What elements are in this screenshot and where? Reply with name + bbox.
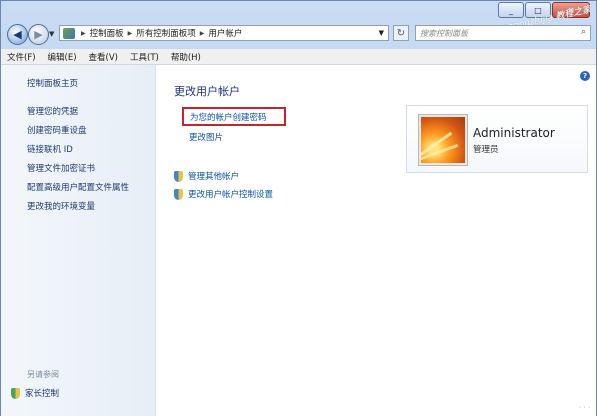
- uac-settings-link[interactable]: 更改用户帐户控制设置: [174, 188, 273, 200]
- control-panel-icon: [63, 27, 75, 39]
- minimize-button[interactable]: _: [498, 2, 524, 18]
- sidebar-home-link[interactable]: 控制面板主页: [27, 77, 78, 89]
- parental-control-label: 家长控制: [25, 389, 60, 399]
- content-area: 控制面板主页 管理您的凭据 创建密码重设盘 链接联机 ID 管理文件加密证书 配…: [1, 65, 596, 416]
- search-icon[interactable]: ⌕: [581, 27, 586, 37]
- sidebar-item-environment-variables[interactable]: 更改我的环境变量: [27, 200, 95, 212]
- sidebar-item-encryption-certificates[interactable]: 管理文件加密证书: [27, 162, 95, 174]
- back-button[interactable]: ◀: [7, 24, 28, 45]
- change-picture-link[interactable]: 更改图片: [189, 131, 223, 143]
- breadcrumb-separator[interactable]: ▶: [128, 30, 133, 37]
- account-name: Administrator: [473, 126, 555, 140]
- manage-other-accounts-link[interactable]: 管理其他帐户: [174, 170, 239, 182]
- sidebar-item-link-online-id[interactable]: 链接联机 ID: [27, 143, 73, 155]
- parental-control-link[interactable]: 家长控制: [11, 387, 59, 399]
- see-also-heading: 另请参阅: [27, 370, 59, 379]
- menu-bar: 文件(F) 编辑(E) 查看(V) 工具(T) 帮助(H): [1, 49, 596, 65]
- forward-button[interactable]: ▶: [28, 24, 49, 45]
- manage-other-accounts-label: 管理其他帐户: [188, 172, 240, 182]
- task-pane: 控制面板主页 管理您的凭据 创建密码重设盘 链接联机 ID 管理文件加密证书 配…: [1, 65, 156, 416]
- address-dropdown-icon[interactable]: ▼: [379, 29, 384, 37]
- search-placeholder: 搜索控制面板: [420, 28, 468, 38]
- breadcrumb-separator[interactable]: ▶: [200, 30, 205, 37]
- menu-edit[interactable]: 编辑(E): [48, 51, 77, 63]
- menu-help[interactable]: 帮助(H): [171, 51, 201, 63]
- search-input[interactable]: 搜索控制面板 ⌕: [415, 25, 591, 41]
- user-accounts-window: _ □ ✕ jiaochengzhijia 教程之家 ◀ ▶ ▼ ▶ 控制面板 …: [0, 0, 597, 416]
- title-bar: _ □ ✕ jiaochengzhijia 教程之家: [1, 1, 596, 37]
- sidebar-item-manage-credentials[interactable]: 管理您的凭据: [27, 105, 78, 117]
- sidebar-item-advanced-profile[interactable]: 配置高级用户配置文件属性: [27, 181, 129, 193]
- create-password-link[interactable]: 为您的帐户创建密码: [182, 107, 286, 126]
- account-type: 管理员: [473, 145, 499, 155]
- menu-view[interactable]: 查看(V): [89, 51, 118, 63]
- uac-shield-icon: [174, 170, 183, 182]
- parental-control-icon: [11, 387, 20, 399]
- breadcrumb-separator[interactable]: ▶: [81, 30, 86, 37]
- uac-settings-label: 更改用户帐户控制设置: [188, 190, 274, 200]
- menu-tools[interactable]: 工具(T): [130, 51, 159, 63]
- uac-shield-icon: [174, 188, 183, 200]
- help-icon[interactable]: ?: [580, 71, 590, 81]
- breadcrumb-user-accounts[interactable]: 用户帐户: [208, 27, 242, 39]
- account-card: Administrator 管理员: [406, 105, 588, 173]
- user-avatar[interactable]: [419, 115, 467, 165]
- breadcrumb-all-items[interactable]: 所有控制面板项: [136, 27, 196, 39]
- main-panel: ? 更改用户帐户 为您的帐户创建密码 更改图片 管理其他帐户 更改用户帐户控制设…: [156, 65, 596, 416]
- recent-pages-dropdown[interactable]: ▼: [49, 30, 54, 38]
- navigation-bar: ◀ ▶ ▼ ▶ 控制面板 ▶ 所有控制面板项 ▶ 用户帐户 ▼ ↻ 搜索控制面板…: [1, 21, 596, 47]
- address-bar[interactable]: ▶ 控制面板 ▶ 所有控制面板项 ▶ 用户帐户 ▼: [59, 25, 389, 41]
- page-title: 更改用户帐户: [174, 85, 240, 98]
- menu-file[interactable]: 文件(F): [7, 51, 36, 63]
- breadcrumb-control-panel[interactable]: 控制面板: [90, 27, 124, 39]
- watermark-bottom: ᐧ ᐧ ᐧ: [578, 403, 590, 412]
- refresh-button[interactable]: ↻: [393, 25, 409, 41]
- sidebar-item-password-reset-disk[interactable]: 创建密码重设盘: [27, 124, 87, 136]
